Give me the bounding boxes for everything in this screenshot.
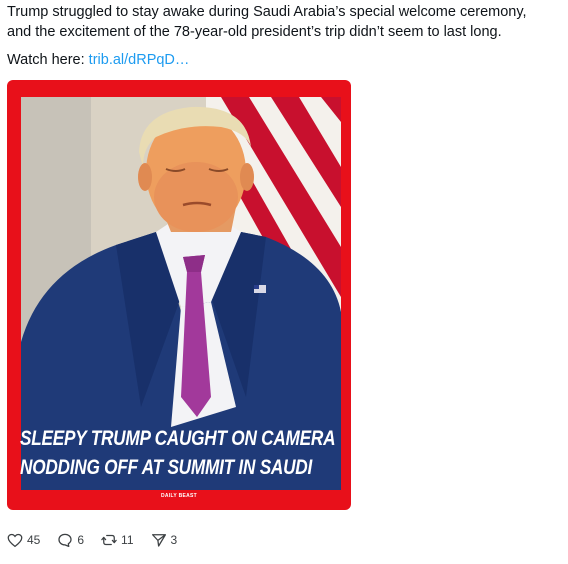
share-count: 3	[170, 533, 178, 547]
post-link[interactable]: trib.al/dRPqD…	[89, 52, 190, 68]
share-icon	[151, 534, 166, 547]
post-text-line-1: Trump struggled to stay awake during Sau…	[7, 4, 527, 20]
reply-icon	[58, 533, 72, 548]
headline: SLEEPY TRUMP CAUGHT ON CAMERA NODDING OF…	[20, 424, 336, 482]
repost-count: 11	[121, 533, 134, 547]
repost-button[interactable]: 11	[100, 531, 134, 549]
headline-line-2: NODDING OFF AT SUMMIT IN SAUDI	[20, 456, 313, 479]
like-button[interactable]: 45	[6, 531, 40, 549]
action-bar: 45 6 11 3	[6, 530, 193, 550]
media-card[interactable]: SLEEPY TRUMP CAUGHT ON CAMERA NODDING OF…	[7, 80, 351, 510]
watch-prefix: Watch here:	[7, 52, 85, 68]
post-text-line-2: and the excitement of the 78-year-old pr…	[7, 24, 502, 40]
brand-logo: DAILY BEAST	[160, 493, 198, 499]
reply-button[interactable]: 6	[56, 531, 84, 549]
watch-line: Watch here: trib.al/dRPqD…	[7, 50, 559, 70]
reply-count: 6	[77, 533, 85, 547]
repost-icon	[101, 534, 117, 546]
like-count: 45	[27, 533, 41, 547]
headline-line-1: SLEEPY TRUMP CAUGHT ON CAMERA	[20, 427, 336, 450]
heart-icon	[7, 533, 23, 548]
share-button[interactable]: 3	[150, 531, 178, 549]
post-text: Trump struggled to stay awake during Sau…	[7, 2, 559, 70]
